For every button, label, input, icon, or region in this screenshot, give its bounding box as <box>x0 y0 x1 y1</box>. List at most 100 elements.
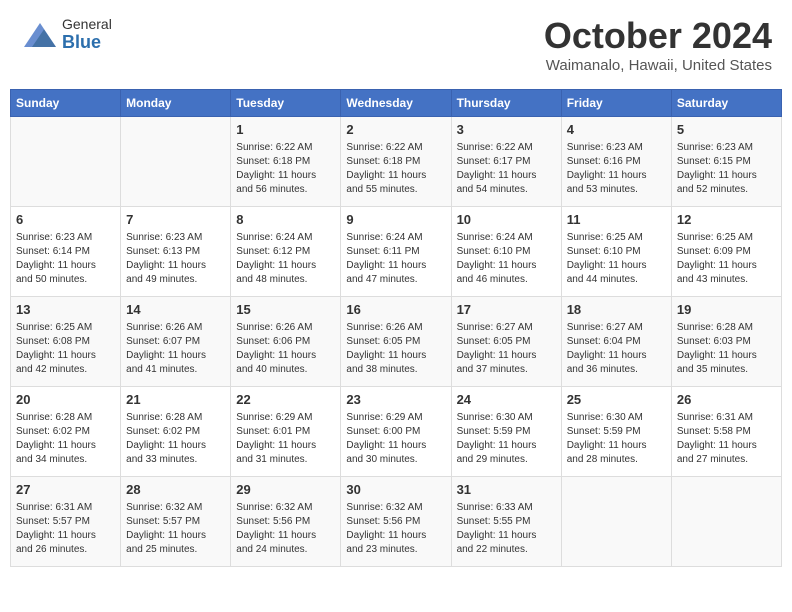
calendar-week-row: 13 Sunrise: 6:25 AMSunset: 6:08 PMDayligh… <box>11 297 782 387</box>
calendar-cell: 7 Sunrise: 6:23 AMSunset: 6:13 PMDaylight… <box>121 207 231 297</box>
calendar-cell: 24 Sunrise: 6:30 AMSunset: 5:59 PMDayligh… <box>451 387 561 477</box>
day-number: 5 <box>677 121 776 139</box>
calendar-week-row: 20 Sunrise: 6:28 AMSunset: 6:02 PMDayligh… <box>11 387 782 477</box>
day-number: 9 <box>346 211 445 229</box>
calendar-week-row: 1 Sunrise: 6:22 AMSunset: 6:18 PMDaylight… <box>11 117 782 207</box>
day-number: 25 <box>567 391 666 409</box>
day-info: Sunrise: 6:28 AMSunset: 6:03 PMDaylight:… <box>677 321 776 377</box>
calendar-cell <box>671 477 781 567</box>
day-info: Sunrise: 6:26 AMSunset: 6:07 PMDaylight:… <box>126 321 225 377</box>
calendar-cell: 19 Sunrise: 6:28 AMSunset: 6:03 PMDayligh… <box>671 297 781 387</box>
day-number: 16 <box>346 301 445 319</box>
calendar-cell: 18 Sunrise: 6:27 AMSunset: 6:04 PMDayligh… <box>561 297 671 387</box>
day-info: Sunrise: 6:28 AMSunset: 6:02 PMDaylight:… <box>126 411 225 467</box>
logo-blue-text: Blue <box>62 33 112 53</box>
day-number: 31 <box>457 481 556 499</box>
day-number: 17 <box>457 301 556 319</box>
calendar-cell: 14Sunrise: 6:26 AMSunset: 6:07 PMDayligh… <box>121 297 231 387</box>
calendar-cell: 29Sunrise: 6:32 AMSunset: 5:56 PMDayligh… <box>231 477 341 567</box>
day-number: 18 <box>567 301 666 319</box>
day-number: 28 <box>126 481 225 499</box>
day-info: Sunrise: 6:23 AMSunset: 6:13 PMDaylight:… <box>126 231 225 287</box>
calendar-cell: 6 Sunrise: 6:23 AMSunset: 6:14 PMDaylight… <box>11 207 121 297</box>
calendar-cell: 17Sunrise: 6:27 AMSunset: 6:05 PMDayligh… <box>451 297 561 387</box>
calendar-header-row: SundayMondayTuesdayWednesdayThursdayFrid… <box>11 90 782 117</box>
day-info: Sunrise: 6:31 AMSunset: 5:57 PMDaylight:… <box>16 501 115 557</box>
day-info: Sunrise: 6:24 AMSunset: 6:12 PMDaylight:… <box>236 231 335 287</box>
day-info: Sunrise: 6:32 AMSunset: 5:57 PMDaylight:… <box>126 501 225 557</box>
calendar-cell: 1 Sunrise: 6:22 AMSunset: 6:18 PMDaylight… <box>231 117 341 207</box>
day-number: 7 <box>126 211 225 229</box>
day-number: 13 <box>16 301 115 319</box>
day-info: Sunrise: 6:30 AMSunset: 5:59 PMDaylight:… <box>567 411 666 467</box>
day-number: 19 <box>677 301 776 319</box>
day-info: Sunrise: 6:28 AMSunset: 6:02 PMDaylight:… <box>16 411 115 467</box>
column-header-thursday: Thursday <box>451 90 561 117</box>
calendar-cell: 11 Sunrise: 6:25 AMSunset: 6:10 PMDayligh… <box>561 207 671 297</box>
calendar-cell: 15 Sunrise: 6:26 AMSunset: 6:06 PMDayligh… <box>231 297 341 387</box>
day-number: 11 <box>567 211 666 229</box>
calendar-cell: 20 Sunrise: 6:28 AMSunset: 6:02 PMDayligh… <box>11 387 121 477</box>
calendar-week-row: 6 Sunrise: 6:23 AMSunset: 6:14 PMDaylight… <box>11 207 782 297</box>
day-info: Sunrise: 6:30 AMSunset: 5:59 PMDaylight:… <box>457 411 556 467</box>
page-header: General Blue October 2024 Waimanalo, Haw… <box>10 10 782 79</box>
logo-general-text: General <box>62 17 112 32</box>
day-info: Sunrise: 6:27 AMSunset: 6:04 PMDaylight:… <box>567 321 666 377</box>
day-number: 3 <box>457 121 556 139</box>
day-info: Sunrise: 6:25 AMSunset: 6:10 PMDaylight:… <box>567 231 666 287</box>
day-info: Sunrise: 6:33 AMSunset: 5:55 PMDaylight:… <box>457 501 556 557</box>
day-number: 29 <box>236 481 335 499</box>
title-area: October 2024 Waimanalo, Hawaii, United S… <box>544 15 772 74</box>
calendar-cell: 5 Sunrise: 6:23 AMSunset: 6:15 PMDaylight… <box>671 117 781 207</box>
day-info: Sunrise: 6:29 AMSunset: 6:00 PMDaylight:… <box>346 411 445 467</box>
column-header-wednesday: Wednesday <box>341 90 451 117</box>
day-number: 15 <box>236 301 335 319</box>
calendar-cell: 13 Sunrise: 6:25 AMSunset: 6:08 PMDayligh… <box>11 297 121 387</box>
calendar-cell: 25 Sunrise: 6:30 AMSunset: 5:59 PMDayligh… <box>561 387 671 477</box>
day-number: 6 <box>16 211 115 229</box>
location-subtitle: Waimanalo, Hawaii, United States <box>544 57 772 74</box>
column-header-friday: Friday <box>561 90 671 117</box>
calendar-cell: 27 Sunrise: 6:31 AMSunset: 5:57 PMDayligh… <box>11 477 121 567</box>
day-info: Sunrise: 6:25 AMSunset: 6:09 PMDaylight:… <box>677 231 776 287</box>
calendar-table: SundayMondayTuesdayWednesdayThursdayFrid… <box>10 89 782 567</box>
day-number: 2 <box>346 121 445 139</box>
day-number: 20 <box>16 391 115 409</box>
day-number: 10 <box>457 211 556 229</box>
day-number: 4 <box>567 121 666 139</box>
calendar-cell: 23 Sunrise: 6:29 AMSunset: 6:00 PMDayligh… <box>341 387 451 477</box>
day-number: 27 <box>16 481 115 499</box>
day-number: 22 <box>236 391 335 409</box>
day-info: Sunrise: 6:31 AMSunset: 5:58 PMDaylight:… <box>677 411 776 467</box>
column-header-sunday: Sunday <box>11 90 121 117</box>
day-number: 23 <box>346 391 445 409</box>
calendar-cell: 3Sunrise: 6:22 AMSunset: 6:17 PMDaylight… <box>451 117 561 207</box>
calendar-cell: 31 Sunrise: 6:33 AMSunset: 5:55 PMDayligh… <box>451 477 561 567</box>
calendar-cell: 30 Sunrise: 6:32 AMSunset: 5:56 PMDayligh… <box>341 477 451 567</box>
day-number: 1 <box>236 121 335 139</box>
day-number: 30 <box>346 481 445 499</box>
day-info: Sunrise: 6:22 AMSunset: 6:18 PMDaylight:… <box>236 141 335 197</box>
calendar-cell: 9Sunrise: 6:24 AMSunset: 6:11 PMDaylight… <box>341 207 451 297</box>
calendar-cell: 12 Sunrise: 6:25 AMSunset: 6:09 PMDayligh… <box>671 207 781 297</box>
day-info: Sunrise: 6:26 AMSunset: 6:05 PMDaylight:… <box>346 321 445 377</box>
day-info: Sunrise: 6:32 AMSunset: 5:56 PMDaylight:… <box>346 501 445 557</box>
day-info: Sunrise: 6:23 AMSunset: 6:16 PMDaylight:… <box>567 141 666 197</box>
day-info: Sunrise: 6:22 AMSunset: 6:18 PMDaylight:… <box>346 141 445 197</box>
day-info: Sunrise: 6:26 AMSunset: 6:06 PMDaylight:… <box>236 321 335 377</box>
column-header-saturday: Saturday <box>671 90 781 117</box>
day-info: Sunrise: 6:23 AMSunset: 6:15 PMDaylight:… <box>677 141 776 197</box>
day-number: 24 <box>457 391 556 409</box>
day-number: 12 <box>677 211 776 229</box>
logo: General Blue <box>20 15 112 55</box>
day-number: 8 <box>236 211 335 229</box>
calendar-cell: 2 Sunrise: 6:22 AMSunset: 6:18 PMDaylight… <box>341 117 451 207</box>
day-info: Sunrise: 6:25 AMSunset: 6:08 PMDaylight:… <box>16 321 115 377</box>
day-number: 26 <box>677 391 776 409</box>
calendar-cell: 22Sunrise: 6:29 AMSunset: 6:01 PMDayligh… <box>231 387 341 477</box>
calendar-cell: 10Sunrise: 6:24 AMSunset: 6:10 PMDayligh… <box>451 207 561 297</box>
calendar-cell <box>561 477 671 567</box>
day-info: Sunrise: 6:23 AMSunset: 6:14 PMDaylight:… <box>16 231 115 287</box>
calendar-cell: 21Sunrise: 6:28 AMSunset: 6:02 PMDayligh… <box>121 387 231 477</box>
column-header-monday: Monday <box>121 90 231 117</box>
